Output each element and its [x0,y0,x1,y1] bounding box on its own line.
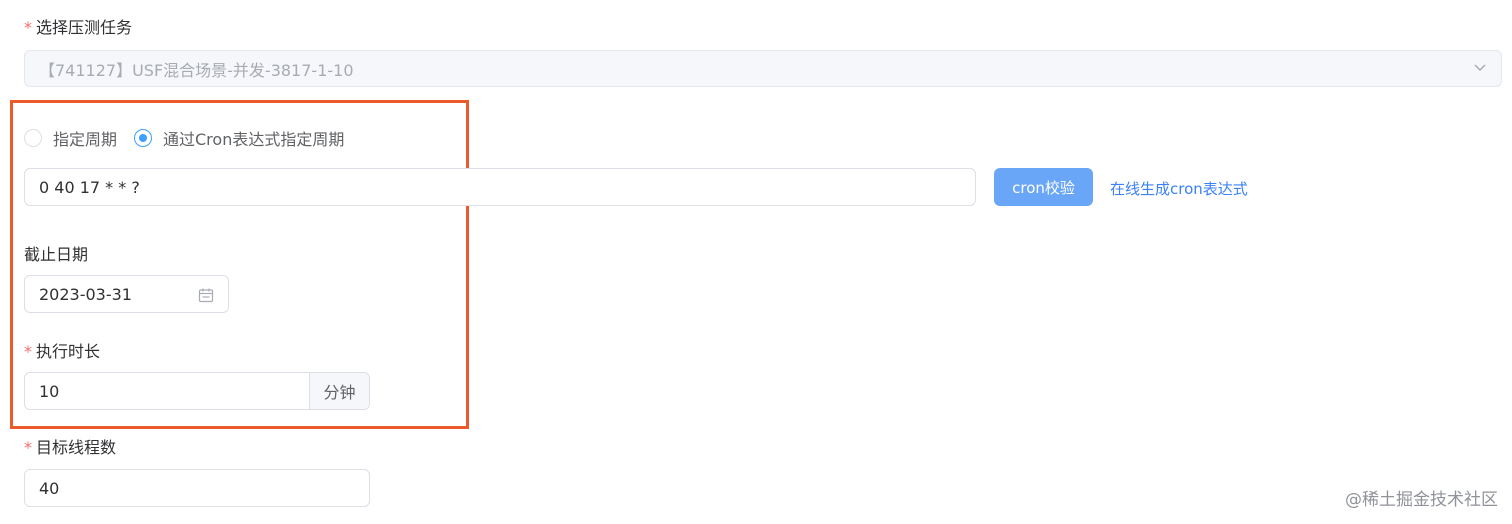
duration-label-text: 执行时长 [36,342,101,361]
radio-button-unchecked[interactable] [24,129,42,147]
radio-cron-period[interactable]: 通过Cron表达式指定周期 [134,126,344,150]
duration-value: 10 [39,381,60,401]
radio-button-checked[interactable] [134,129,152,147]
deadline-label: 截止日期 [24,245,89,264]
duration-label: * 执行时长 [24,342,100,362]
cron-validate-button[interactable]: cron校验 [994,168,1093,206]
required-mark: * [24,342,32,361]
deadline-value: 2023-03-31 [39,284,132,304]
calendar-icon [198,288,214,303]
duration-unit: 分钟 [309,373,369,409]
radio-label: 指定周期 [53,130,118,149]
chevron-down-icon [1474,64,1486,72]
watermark: @稀土掘金技术社区 [1345,490,1498,510]
threads-value: 40 [39,478,60,498]
threads-input[interactable]: 40 [24,469,370,507]
threads-label: * 目标线程数 [24,438,116,458]
required-mark: * [24,438,32,457]
duration-input[interactable]: 10 分钟 [24,372,370,410]
cron-input-value: 0 40 17 * * ? [39,177,140,197]
deadline-date-picker[interactable]: 2023-03-31 [24,275,229,313]
task-label-text: 选择压测任务 [36,18,133,37]
required-mark: * [24,18,32,37]
task-select-value: 【741127】USF混合场景-并发-3817-1-10 [39,60,354,80]
generate-cron-link[interactable]: 在线生成cron表达式 [1110,178,1248,199]
cron-input[interactable]: 0 40 17 * * ? [24,168,976,206]
radio-label: 通过Cron表达式指定周期 [163,130,345,149]
task-label: * 选择压测任务 [24,18,132,38]
threads-label-text: 目标线程数 [36,438,117,457]
radio-fixed-period[interactable]: 指定周期 [24,126,117,150]
task-select[interactable]: 【741127】USF混合场景-并发-3817-1-10 [24,50,1502,87]
